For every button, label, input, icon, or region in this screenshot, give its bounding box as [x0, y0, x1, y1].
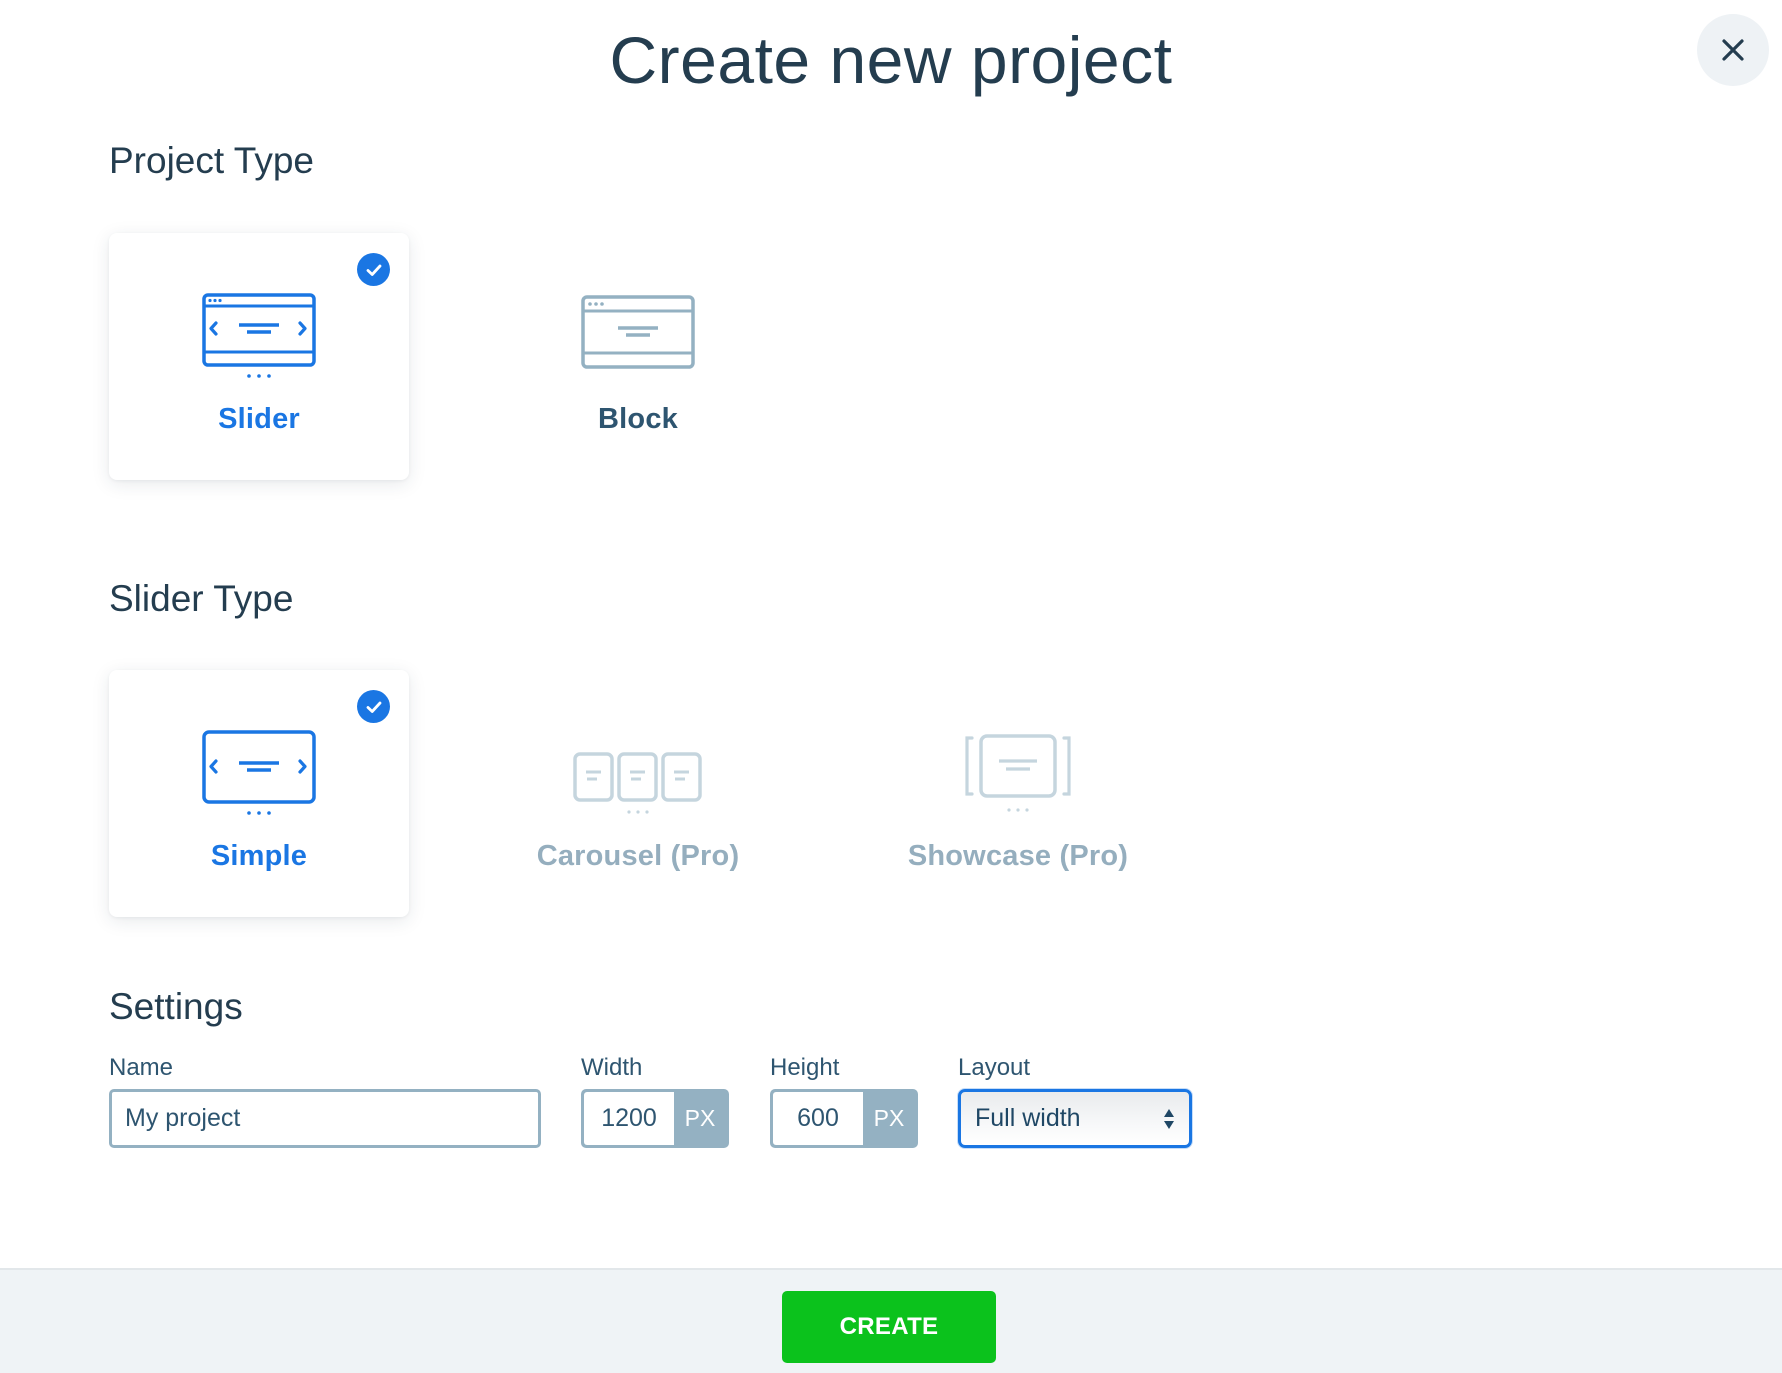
layout-select-value: Full width — [975, 1104, 1081, 1132]
block-window-icon — [581, 295, 695, 369]
slider-type-heading: Slider Type — [109, 578, 294, 619]
dialog-title: Create new project — [609, 23, 1173, 97]
simple-label: Simple — [210, 840, 308, 872]
carousel-icon — [573, 752, 702, 814]
height-label: Height — [770, 1054, 840, 1081]
width-field: PX — [581, 1089, 729, 1148]
create-button[interactable]: CREATE — [782, 1291, 996, 1363]
project-type-block-card[interactable]: Block — [488, 233, 788, 480]
height-input[interactable] — [773, 1092, 863, 1145]
block-label: Block — [598, 403, 678, 435]
name-label: Name — [109, 1054, 174, 1081]
layout-label: Layout — [958, 1054, 1031, 1081]
height-field: PX — [770, 1089, 918, 1148]
layout-select[interactable]: Full width — [958, 1089, 1192, 1148]
height-unit: PX — [873, 1105, 905, 1131]
carousel-label: Carousel (Pro) — [536, 840, 740, 872]
slider-label: Slider — [218, 403, 300, 435]
showcase-label: Showcase (Pro) — [907, 840, 1129, 872]
close-icon — [1722, 39, 1744, 61]
project-type-heading: Project Type — [109, 140, 314, 181]
slider-window-icon — [202, 293, 316, 378]
width-label: Width — [581, 1054, 643, 1081]
select-arrows-icon — [1163, 1108, 1175, 1130]
slider-type-showcase-card[interactable]: Showcase (Pro) — [868, 670, 1168, 917]
simple-slider-icon — [202, 730, 316, 815]
close-button[interactable] — [1697, 14, 1769, 86]
width-input[interactable] — [584, 1092, 674, 1145]
width-unit: PX — [684, 1105, 716, 1131]
name-input[interactable] — [109, 1089, 541, 1148]
settings-heading: Settings — [109, 986, 243, 1027]
project-type-slider-card[interactable]: Slider — [109, 233, 409, 480]
slider-type-carousel-card[interactable]: Carousel (Pro) — [488, 670, 788, 917]
showcase-icon — [965, 734, 1071, 812]
slider-type-simple-card[interactable]: Simple — [109, 670, 409, 917]
